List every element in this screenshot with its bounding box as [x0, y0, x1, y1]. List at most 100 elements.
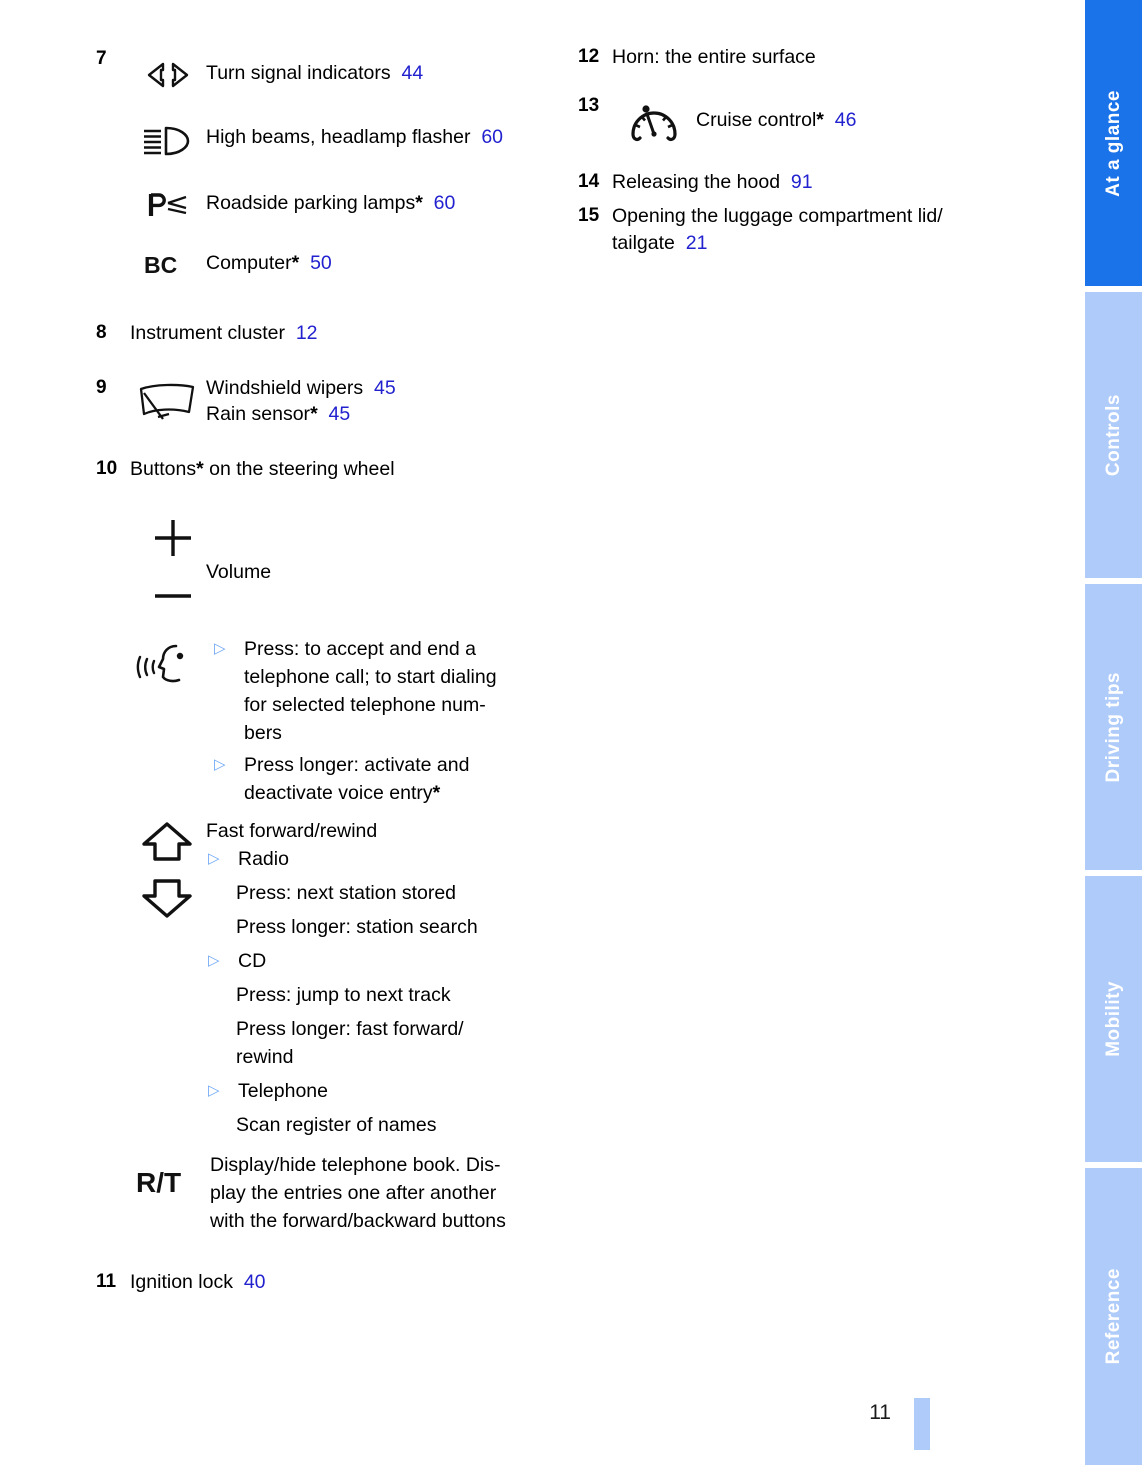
turn-signal-indicators-icon	[130, 60, 206, 90]
row-wipers-text: Windshield wipers 45 Rain sensor* 45	[206, 375, 396, 427]
sw-volume: Volume	[130, 517, 566, 621]
entry-11-page-ref[interactable]: 40	[244, 1271, 266, 1293]
row-parking-lamps: Roadside parking lamps* 60	[130, 190, 566, 220]
sw-telephone-bullet-1: ▷ Press: to accept and end a telephone c…	[212, 635, 566, 747]
row-computer-star: *	[291, 252, 300, 274]
cruise-control-icon	[612, 93, 696, 145]
entry-11-body: Ignition lock 40	[130, 1269, 566, 1296]
entry-10-title-before: Buttons	[130, 458, 197, 480]
entry-14-label: Releasing the hood	[612, 171, 781, 193]
entry-15-line-2: tailgate 21	[612, 230, 1048, 257]
entry-14-page-ref[interactable]: 91	[791, 171, 813, 193]
row-wipers-page-ref-1[interactable]: 45	[374, 377, 396, 399]
triangle-bullet-icon: ▷	[208, 850, 220, 867]
entry-7-number: 7	[96, 48, 107, 69]
rt-icon: R/T	[130, 1149, 210, 1199]
sw-telephone: ▷ Press: to accept and end a telephone c…	[130, 635, 566, 807]
arrow-up-icon	[140, 821, 206, 863]
row-turn-signal-text: Turn signal indicators 44	[206, 60, 423, 87]
entry-8-number: 8	[96, 322, 107, 343]
entry-8-page-ref[interactable]: 12	[296, 322, 318, 344]
section-tab-rail: At a glance Controls Driving tips Mobili…	[1075, 0, 1142, 1465]
row-cruise-control: Cruise control* 46	[612, 93, 1048, 145]
row-high-beams: High beams, headlamp flasher 60	[130, 124, 566, 158]
page-number: 11	[869, 1401, 891, 1424]
entry-9: 9 Windshield wipers 45 Rain sensor* 45	[96, 375, 566, 427]
entry-8-text: Instrument cluster 12	[130, 320, 566, 347]
triangle-bullet-icon: ▷	[208, 952, 220, 969]
parking-lamp-icon	[130, 190, 206, 220]
row-cruise-control-page-ref[interactable]: 46	[835, 109, 857, 131]
entry-11-number: 11	[96, 1271, 117, 1292]
row-wipers-line-1: Windshield wipers 45	[206, 375, 396, 401]
row-wipers-star-2: *	[310, 403, 318, 425]
tab-driving-tips-label: Driving tips	[1102, 671, 1124, 783]
row-cruise-control-text: Cruise control* 46	[696, 93, 856, 134]
row-high-beams-text: High beams, headlamp flasher 60	[206, 124, 503, 151]
page-marker-bar	[914, 1398, 930, 1450]
row-computer-page-ref[interactable]: 50	[310, 252, 332, 274]
tab-reference[interactable]: Reference	[1085, 1168, 1142, 1465]
triangle-bullet-icon: ▷	[208, 1082, 220, 1099]
sw-seek-cd-line-2: Press longer: fast forward/	[236, 1018, 464, 1040]
tab-mobility-label: Mobility	[1102, 981, 1124, 1057]
sw-rt-line-3: with the forward/backward buttons	[210, 1210, 506, 1232]
steering-wheel-buttons-block: Volume ▷ Press: to accept and end a tele…	[130, 517, 566, 1235]
entry-12: 12 Horn: the entire surface	[578, 44, 1048, 71]
tab-at-a-glance[interactable]: At a glance	[1085, 0, 1142, 286]
entry-12-number: 12	[578, 46, 600, 67]
tab-mobility[interactable]: Mobility	[1085, 876, 1142, 1162]
sw-volume-body: Volume	[206, 517, 566, 586]
sw-volume-icons	[130, 517, 206, 621]
row-turn-signal-label: Turn signal indicators	[206, 62, 391, 84]
sw-seek-radio-line-1: Press: next station stored	[236, 882, 457, 904]
row-wipers-line-2: Rain sensor* 45	[206, 401, 396, 427]
row-wipers: Windshield wipers 45 Rain sensor* 45	[130, 375, 566, 427]
entry-10-title-star: *	[196, 458, 204, 480]
row-cruise-control-star: *	[816, 109, 824, 131]
entry-10: 10 Buttons* on the steering wheel Volume…	[96, 456, 566, 1235]
triangle-bullet-icon: ▷	[214, 640, 226, 657]
sw-telephone-body: ▷ Press: to accept and end a telephone c…	[212, 635, 566, 807]
bullet-2-line-1: Press longer: activate and	[244, 754, 470, 776]
bullet-2-star: *	[432, 782, 441, 804]
sw-seek-heading: Fast forward/rewind	[206, 820, 378, 842]
sw-seek-group-radio: ▷ Radio	[206, 845, 566, 873]
entry-11-text: Ignition lock 40	[130, 1269, 566, 1296]
row-high-beams-page-ref[interactable]: 60	[481, 126, 503, 148]
bullet-2-line-2-label: deactivate voice entry	[244, 782, 433, 804]
entry-15-body: Opening the luggage compartment lid/ tai…	[612, 203, 1048, 257]
right-column: 12 Horn: the entire surface 13 Cruise co…	[578, 44, 1048, 257]
row-wipers-page-ref-2[interactable]: 45	[329, 403, 351, 425]
sw-rt-line-2: play the entries one after another	[210, 1182, 497, 1204]
entry-9-number: 9	[96, 377, 107, 398]
row-computer: BC Computer* 50	[130, 250, 566, 280]
sw-seek-radio-line-2: Press longer: station search	[236, 916, 478, 938]
tab-at-a-glance-label: At a glance	[1102, 89, 1124, 197]
row-wipers-label-2: Rain sensor	[206, 403, 311, 425]
entry-8: 8 Instrument cluster 12	[96, 320, 566, 347]
entry-8-label: Instrument cluster	[130, 322, 285, 344]
entry-15-page-ref[interactable]: 21	[686, 232, 708, 254]
windshield-wiper-icon	[130, 375, 206, 427]
sw-seek-group-telephone: ▷ Telephone	[206, 1077, 566, 1105]
tab-controls[interactable]: Controls	[1085, 292, 1142, 578]
entry-11-label: Ignition lock	[130, 1271, 233, 1293]
row-parking-lamps-label: Roadside parking lamps	[206, 192, 416, 214]
entry-14-body: Releasing the hood 91	[612, 169, 1048, 196]
entry-10-title: Buttons* on the steering wheel	[130, 456, 566, 483]
sw-rt: R/T Display/hide telephone book. Dis- pl…	[130, 1149, 566, 1235]
svg-text:BC: BC	[144, 252, 177, 278]
bullet-2-line-2: deactivate voice entry*	[244, 779, 469, 807]
row-parking-lamps-page-ref[interactable]: 60	[434, 192, 456, 214]
row-turn-signal-page-ref[interactable]: 44	[401, 62, 423, 84]
page-footer: 11	[0, 1345, 1075, 1465]
onboard-computer-icon: BC	[130, 250, 206, 280]
row-high-beams-label: High beams, headlamp flasher	[206, 126, 471, 148]
entry-9-body: Windshield wipers 45 Rain sensor* 45	[130, 375, 566, 427]
sw-telephone-bullet-1-text: Press: to accept and end a telephone cal…	[244, 635, 497, 747]
high-beam-icon	[130, 124, 206, 158]
bullet-1-line-3: for selected telephone num-	[244, 694, 486, 716]
entry-13-number: 13	[578, 95, 600, 116]
tab-driving-tips[interactable]: Driving tips	[1085, 584, 1142, 870]
